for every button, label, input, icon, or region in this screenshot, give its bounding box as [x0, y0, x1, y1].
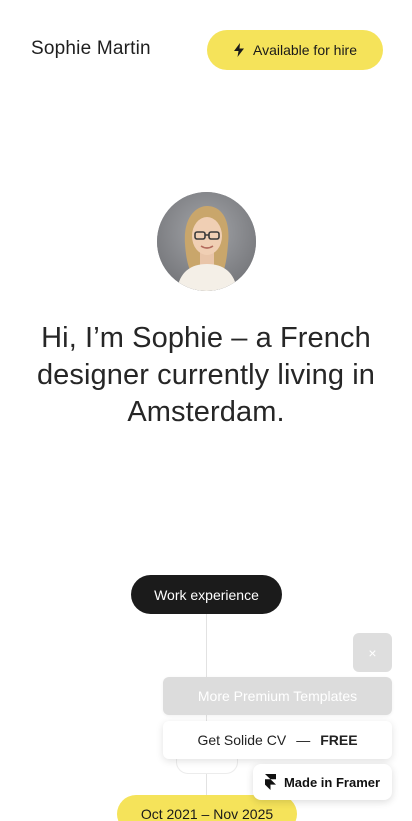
- get-solide-cv-button[interactable]: Get Solide CV — FREE: [163, 721, 392, 759]
- framer-label: Made in Framer: [283, 774, 381, 790]
- available-for-hire-button[interactable]: Available for hire: [207, 30, 383, 70]
- solide-label: Get Solide CV: [197, 732, 287, 748]
- work-experience-label: Work experience: [131, 575, 282, 614]
- hire-label: Available for hire: [252, 42, 358, 58]
- brand-name[interactable]: Sophie Martin: [31, 38, 151, 60]
- solide-dash: —: [296, 732, 311, 748]
- page: Sophie Martin Available for hire Hi, I’m…: [0, 0, 412, 821]
- close-overlay-button[interactable]: ×: [353, 633, 392, 672]
- avatar: [157, 192, 256, 291]
- framer-logo-icon: [264, 774, 276, 790]
- made-in-framer-badge[interactable]: Made in Framer: [253, 764, 392, 800]
- hero-intro-text: Hi, I’m Sophie – a French designer curre…: [36, 322, 376, 428]
- avatar-portrait-image: [157, 192, 256, 291]
- more-premium-templates-button[interactable]: More Premium Templates: [163, 677, 392, 715]
- lightning-bolt-icon: [233, 43, 244, 57]
- free-label: FREE: [320, 732, 358, 748]
- close-icon: ×: [368, 644, 377, 661]
